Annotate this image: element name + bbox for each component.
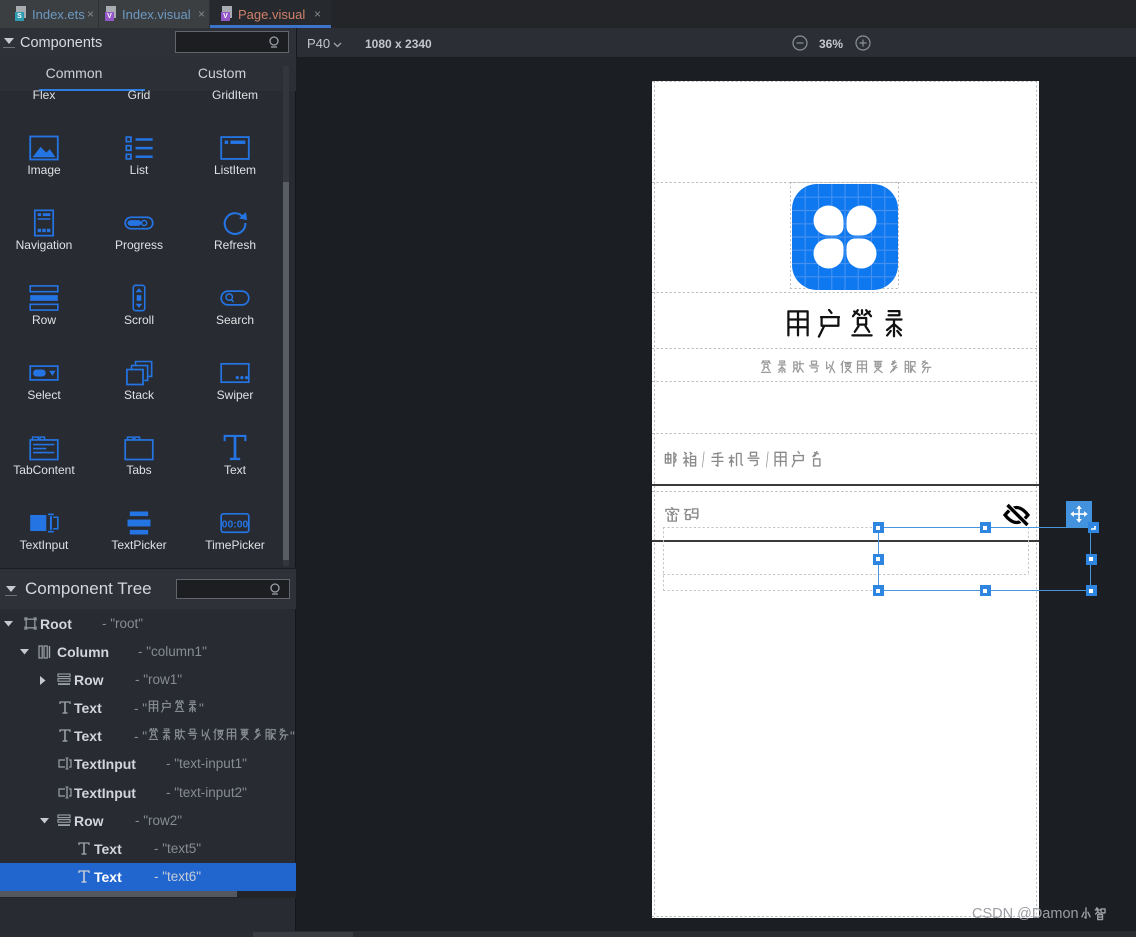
svg-text:00:00: 00:00 <box>222 520 249 531</box>
